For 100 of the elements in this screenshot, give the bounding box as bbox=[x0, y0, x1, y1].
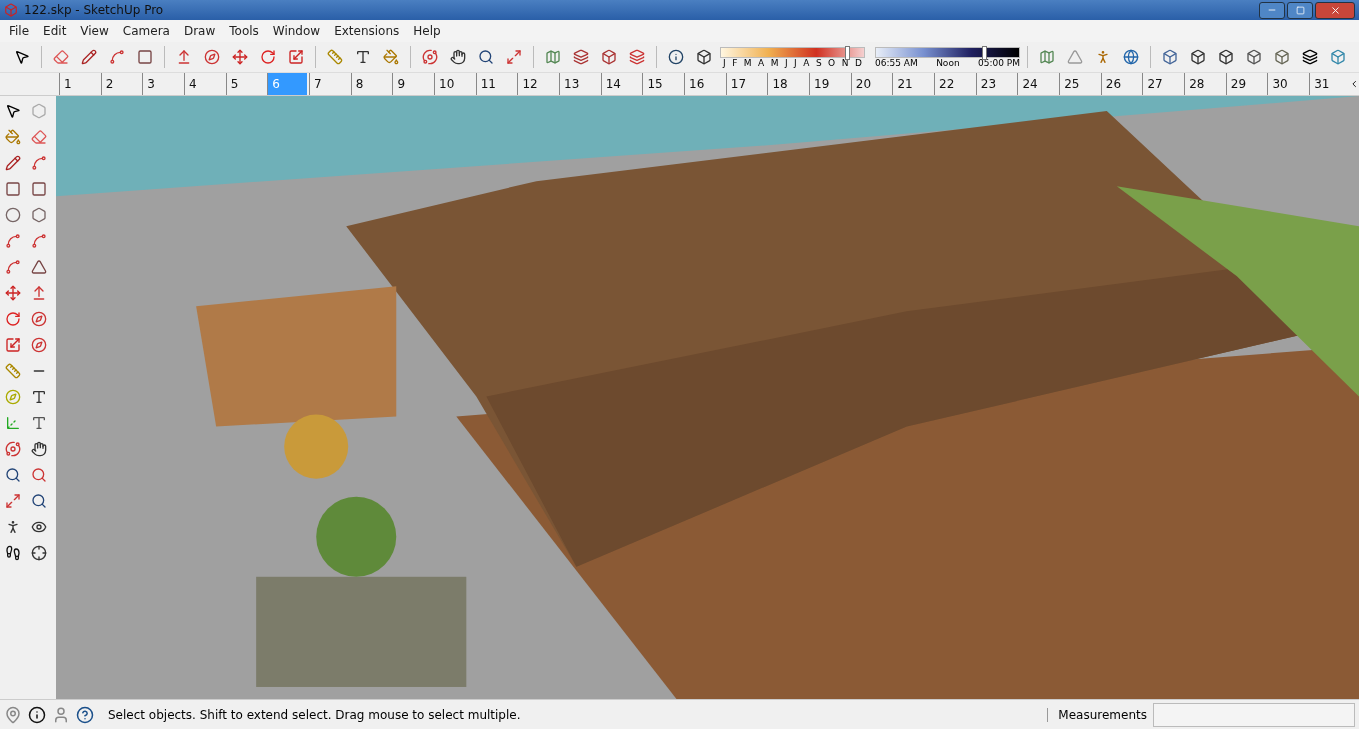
ruler-tab[interactable]: 24 bbox=[1017, 73, 1058, 95]
ruler-tab[interactable]: 18 bbox=[767, 73, 808, 95]
arc-icon[interactable] bbox=[5, 233, 21, 249]
menu-item[interactable]: Extensions bbox=[327, 24, 407, 38]
close-button[interactable] bbox=[1315, 1, 1355, 19]
map-icon[interactable] bbox=[1039, 49, 1055, 65]
text-icon[interactable] bbox=[355, 49, 371, 65]
orbit-icon[interactable] bbox=[422, 49, 438, 65]
ruler-tab[interactable]: 13 bbox=[559, 73, 599, 95]
menu-item[interactable]: File bbox=[2, 24, 37, 38]
eye-icon[interactable] bbox=[31, 519, 47, 535]
menu-item[interactable]: Camera bbox=[115, 24, 177, 38]
ruler-tab[interactable]: 10 bbox=[434, 73, 474, 95]
minimize-button[interactable] bbox=[1259, 1, 1285, 19]
ruler-tab[interactable]: 14 bbox=[600, 73, 641, 95]
circle-icon[interactable] bbox=[5, 207, 21, 223]
ruler-tab[interactable]: 8 bbox=[350, 73, 391, 95]
globe-icon[interactable] bbox=[1123, 49, 1139, 65]
text-icon[interactable] bbox=[31, 389, 47, 405]
menu-item[interactable]: Window bbox=[265, 24, 328, 38]
ruler-tab[interactable]: 21 bbox=[892, 73, 933, 95]
stacked-icon[interactable] bbox=[1302, 49, 1318, 65]
ruler-tab[interactable]: 19 bbox=[809, 73, 849, 95]
cube-icon[interactable] bbox=[1162, 49, 1178, 65]
ruler-tab[interactable]: 11 bbox=[475, 73, 516, 95]
zoom-icon[interactable] bbox=[478, 49, 494, 65]
ruler-tab[interactable]: 15 bbox=[642, 73, 683, 95]
eraser-icon[interactable] bbox=[31, 129, 47, 145]
time-slider[interactable] bbox=[875, 46, 1020, 58]
push-pull-icon[interactable] bbox=[176, 49, 192, 65]
rectangle-icon[interactable] bbox=[137, 49, 153, 65]
time-label: 06:55 AM bbox=[875, 57, 918, 68]
scale-icon[interactable] bbox=[5, 337, 21, 353]
layers-icon[interactable] bbox=[573, 49, 589, 65]
ruler-tab[interactable]: 12 bbox=[517, 73, 558, 95]
arc-icon[interactable] bbox=[109, 49, 125, 65]
ruler-tab[interactable]: 1 bbox=[59, 73, 99, 95]
ruler-tab[interactable]: 17 bbox=[725, 73, 766, 95]
select-arrow-icon[interactable] bbox=[14, 49, 30, 65]
ruler-tab[interactable]: 29 bbox=[1225, 73, 1266, 95]
pencil-icon[interactable] bbox=[5, 155, 21, 171]
rotate-icon[interactable] bbox=[5, 311, 21, 327]
ruler-tab[interactable]: 28 bbox=[1184, 73, 1224, 95]
ruler-tab[interactable]: 25 bbox=[1059, 73, 1099, 95]
ruler-tab[interactable]: 3 bbox=[142, 73, 182, 95]
ruler-tab[interactable]: 2 bbox=[100, 73, 141, 95]
push-pull-icon[interactable] bbox=[31, 285, 47, 301]
eraser-icon[interactable] bbox=[53, 49, 69, 65]
move-icon[interactable] bbox=[232, 49, 248, 65]
tape-measure-icon[interactable] bbox=[327, 49, 343, 65]
ruler-tab[interactable]: 20 bbox=[850, 73, 891, 95]
paint-bucket-icon[interactable] bbox=[5, 129, 21, 145]
terrain-icon[interactable] bbox=[1067, 49, 1083, 65]
tape-measure-icon[interactable] bbox=[5, 363, 21, 379]
ruler-tab[interactable]: 5 bbox=[225, 73, 266, 95]
map-icon[interactable] bbox=[545, 49, 561, 65]
select-arrow-icon[interactable] bbox=[5, 103, 21, 119]
ruler-tab[interactable]: 23 bbox=[975, 73, 1016, 95]
month-slider[interactable] bbox=[720, 46, 865, 58]
paint-bucket-icon[interactable] bbox=[383, 49, 399, 65]
location-pin-icon[interactable] bbox=[4, 705, 22, 724]
user-icon[interactable] bbox=[52, 705, 70, 724]
info-icon[interactable] bbox=[28, 705, 46, 724]
rectangle-icon[interactable] bbox=[5, 181, 21, 197]
menu-item[interactable]: Edit bbox=[36, 24, 74, 38]
month-slider-thumb[interactable] bbox=[845, 45, 851, 60]
rotate-icon[interactable] bbox=[260, 49, 276, 65]
cube-outline-icon[interactable] bbox=[1190, 49, 1206, 65]
axes-icon[interactable] bbox=[5, 415, 21, 431]
ruler-tab[interactable]: 7 bbox=[309, 73, 349, 95]
footprints-icon[interactable] bbox=[5, 545, 21, 561]
time-slider-thumb[interactable] bbox=[981, 45, 987, 60]
ruler-tab[interactable]: 4 bbox=[184, 73, 224, 95]
scale-icon[interactable] bbox=[288, 49, 304, 65]
triangle-icon[interactable] bbox=[31, 259, 47, 275]
zoom-extents-icon[interactable] bbox=[5, 493, 21, 509]
pan-hand-icon[interactable] bbox=[31, 441, 47, 457]
move-icon[interactable] bbox=[5, 285, 21, 301]
ruler-tab[interactable]: 30 bbox=[1267, 73, 1308, 95]
ruler-tab[interactable]: 31 bbox=[1309, 73, 1349, 95]
ruler-tab[interactable]: 26 bbox=[1100, 73, 1141, 95]
help-icon[interactable] bbox=[76, 705, 94, 724]
zoom-extents-icon[interactable] bbox=[506, 49, 522, 65]
measurements-field[interactable] bbox=[1153, 702, 1355, 727]
menu-item[interactable]: Tools bbox=[222, 24, 266, 38]
figure-icon[interactable] bbox=[1095, 49, 1111, 65]
ruler-tab[interactable]: 22 bbox=[934, 73, 974, 95]
ruler-tab[interactable]: 9 bbox=[392, 73, 433, 95]
pencil-icon[interactable] bbox=[81, 49, 97, 65]
maximize-button[interactable] bbox=[1287, 1, 1313, 19]
ruler-tab[interactable]: 27 bbox=[1142, 73, 1183, 95]
polygon-icon[interactable] bbox=[31, 207, 47, 223]
orbit-icon[interactable] bbox=[5, 441, 21, 457]
zoom-window-icon[interactable] bbox=[31, 467, 47, 483]
zoom-icon[interactable] bbox=[5, 467, 21, 483]
menu-item[interactable]: Help bbox=[406, 24, 448, 38]
ruler-tab[interactable]: 16 bbox=[684, 73, 724, 95]
pan-hand-icon[interactable] bbox=[450, 49, 466, 65]
menu-item[interactable]: Draw bbox=[176, 24, 223, 38]
menu-item[interactable]: View bbox=[73, 24, 116, 38]
